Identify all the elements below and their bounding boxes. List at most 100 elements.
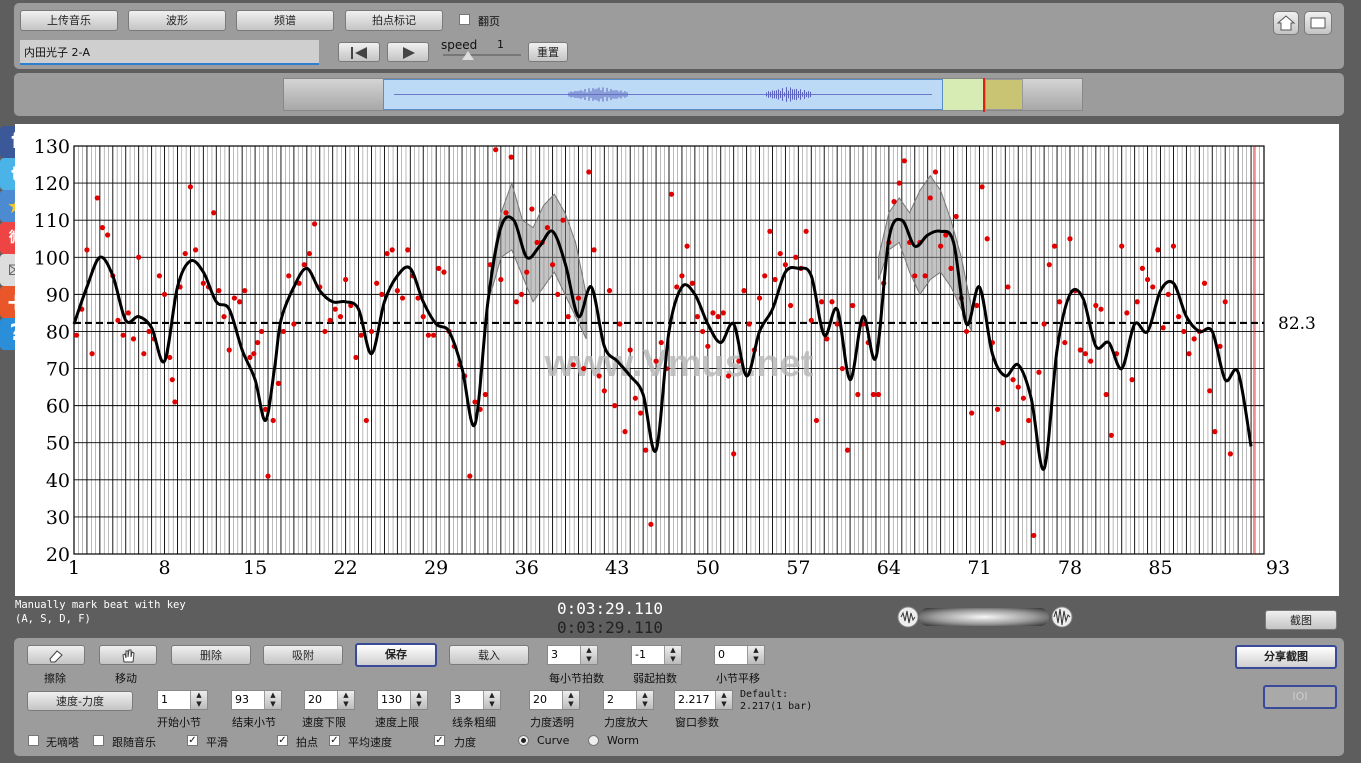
waveform-button[interactable]: 波形 [128, 10, 226, 31]
up-arrow-icon[interactable]: ▲ [338, 691, 354, 700]
home-button[interactable] [1273, 11, 1299, 35]
no-clicks-checkbox[interactable] [28, 735, 39, 746]
dynamics-scale-stepper[interactable]: ▲▼ [603, 690, 654, 710]
snap-button[interactable]: 吸附 [263, 645, 343, 665]
beats-per-bar-stepper[interactable]: ▲▼ [547, 645, 598, 665]
end-bar-stepper[interactable]: ▲▼ [231, 690, 282, 710]
beat-point [167, 354, 173, 361]
beat-point [182, 250, 188, 257]
down-arrow-icon[interactable]: ▼ [411, 700, 427, 709]
tempo-min-stepper[interactable]: ▲▼ [304, 690, 355, 710]
share-screenshot-button[interactable]: 分享截图 [1235, 645, 1337, 669]
beat-point [741, 288, 747, 294]
dynamics-alpha-stepper[interactable]: ▲▼ [529, 690, 580, 710]
up-arrow-icon[interactable]: ▲ [265, 691, 281, 700]
up-arrow-icon[interactable]: ▲ [191, 691, 207, 700]
tempo-max-input[interactable] [378, 691, 409, 707]
down-arrow-icon[interactable]: ▼ [637, 700, 653, 709]
down-arrow-icon[interactable]: ▼ [716, 700, 732, 709]
up-arrow-icon[interactable]: ▲ [748, 646, 764, 655]
beat-point [236, 299, 243, 305]
up-arrow-icon[interactable]: ▲ [484, 691, 500, 700]
tempo-dynamics-mode-button[interactable]: 速度-力度 [27, 691, 133, 711]
up-arrow-icon[interactable]: ▲ [411, 691, 427, 700]
window-param-input[interactable] [675, 691, 714, 707]
move-label: 移动 [115, 672, 137, 685]
track-name-field[interactable]: 内田光子 2-A [20, 40, 319, 65]
down-arrow-icon[interactable]: ▼ [484, 700, 500, 709]
overview-view-window[interactable] [383, 79, 943, 110]
beat-point [787, 302, 794, 309]
overview-playhead[interactable] [983, 78, 985, 112]
down-arrow-icon[interactable]: ▼ [665, 655, 681, 664]
save-button[interactable]: 保存 [355, 643, 437, 667]
tempo-max-stepper[interactable]: ▲▼ [377, 690, 428, 710]
down-arrow-icon[interactable]: ▼ [191, 700, 207, 709]
speed-slider-track[interactable] [443, 54, 521, 56]
beats-per-bar-input[interactable] [548, 646, 579, 662]
dynamics-alpha-input[interactable] [530, 691, 561, 707]
speed-slider-thumb[interactable] [462, 51, 474, 60]
bar-shift-input[interactable] [715, 646, 746, 662]
up-arrow-icon[interactable]: ▲ [716, 691, 732, 700]
window-param-stepper[interactable]: ▲▼ [674, 690, 733, 710]
avg-tempo-checkbox[interactable]: ✓ [329, 735, 340, 746]
fullscreen-button[interactable] [1304, 11, 1332, 35]
line-width-input[interactable] [451, 691, 482, 707]
down-arrow-icon[interactable]: ▼ [338, 700, 354, 709]
pickup-beats-stepper[interactable]: ▲▼ [631, 645, 682, 665]
beat-points-checkbox[interactable]: ✓ [277, 735, 288, 746]
down-arrow-icon[interactable]: ▼ [265, 700, 281, 709]
dynamics-scale-input[interactable] [604, 691, 635, 707]
beat-point [637, 410, 644, 416]
beat-point [782, 262, 789, 268]
curve-radio[interactable] [518, 735, 529, 746]
move-button[interactable] [99, 645, 157, 665]
upload-music-button[interactable]: 上传音乐 [20, 10, 118, 31]
follow-music-checkbox[interactable] [93, 735, 104, 746]
erase-button[interactable] [27, 645, 85, 665]
down-arrow-icon[interactable]: ▼ [563, 700, 579, 709]
bar-shift-stepper[interactable]: ▲▼ [714, 645, 765, 665]
start-bar-stepper[interactable]: ▲▼ [157, 690, 208, 710]
pickup-beats-input[interactable] [632, 646, 663, 662]
up-arrow-icon[interactable]: ▲ [563, 691, 579, 700]
y-tick-label: 100 [34, 247, 70, 269]
time-display-current: 0:03:29.110 [557, 599, 663, 618]
ioi-button[interactable]: IOI [1263, 685, 1337, 709]
beat-point [441, 269, 447, 275]
no-clicks-label: 无嘀嗒 [46, 736, 79, 749]
worm-radio[interactable] [588, 735, 599, 746]
beat-point [94, 195, 100, 201]
up-arrow-icon[interactable]: ▲ [665, 646, 681, 655]
tempo-chart[interactable]: www.Vmus.net82.3203040506070809010011012… [15, 124, 1339, 596]
flip-page-checkbox[interactable] [459, 14, 470, 25]
play-button[interactable] [387, 42, 429, 62]
beat-point [379, 291, 385, 297]
down-arrow-icon[interactable]: ▼ [748, 655, 764, 664]
tempo-min-input[interactable] [305, 691, 336, 707]
beat-mark-button[interactable]: 拍点标记 [345, 10, 443, 31]
beat-point [534, 239, 540, 246]
beat-point [570, 362, 576, 368]
dynamics-checkbox[interactable]: ✓ [434, 735, 445, 746]
beat-point [720, 310, 726, 316]
volume-control[interactable] [897, 606, 1073, 628]
prev-button[interactable] [338, 42, 380, 62]
line-width-stepper[interactable]: ▲▼ [450, 690, 501, 710]
spectrum-button[interactable]: 频谱 [236, 10, 334, 31]
load-button[interactable]: 载入 [449, 645, 529, 665]
x-tick-label: 50 [696, 557, 720, 579]
screenshot-button[interactable]: 截图 [1265, 610, 1337, 630]
end-bar-input[interactable] [232, 691, 263, 707]
start-bar-input[interactable] [158, 691, 189, 707]
smooth-checkbox[interactable]: ✓ [187, 735, 198, 746]
tempo-chart-area[interactable]: www.Vmus.net 82.3 20 30 40 50 60 70 80 90 100 110 12… [15, 124, 1339, 596]
volume-slider[interactable] [919, 608, 1049, 626]
down-arrow-icon[interactable]: ▼ [581, 655, 597, 664]
x-tick-label: 71 [967, 557, 991, 579]
up-arrow-icon[interactable]: ▲ [637, 691, 653, 700]
delete-button[interactable]: 删除 [171, 645, 251, 665]
reset-button[interactable]: 重置 [528, 42, 568, 62]
up-arrow-icon[interactable]: ▲ [581, 646, 597, 655]
